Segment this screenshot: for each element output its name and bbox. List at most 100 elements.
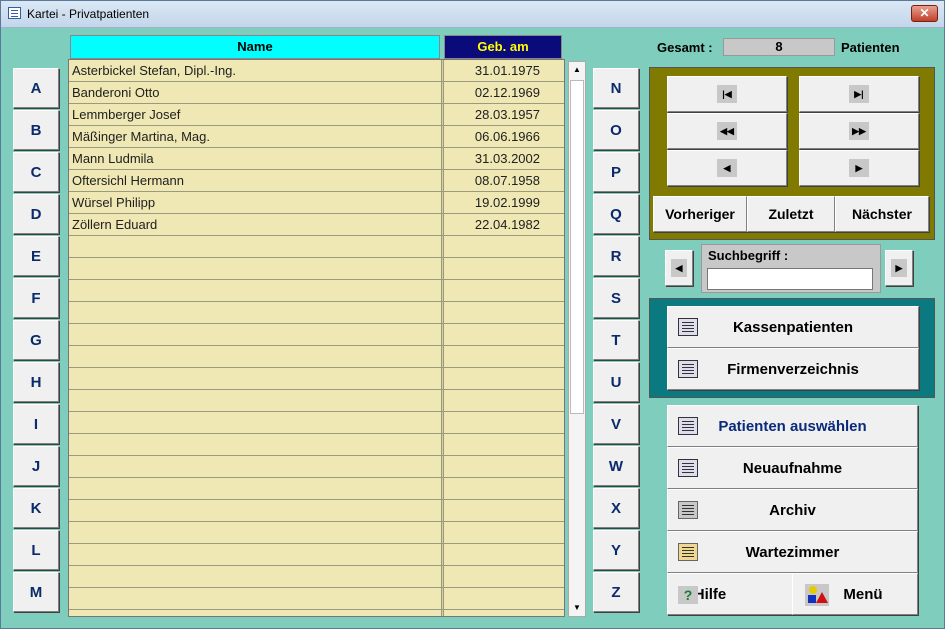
letter-button-n[interactable]: N: [593, 68, 639, 108]
letter-button-i[interactable]: I: [13, 404, 59, 444]
page-forward-button[interactable]: ▶▶: [799, 113, 919, 149]
table-row[interactable]: Würsel Philipp 19.02.1999: [69, 192, 564, 214]
page-back-button[interactable]: ◀◀: [667, 113, 787, 149]
table-row[interactable]: Mäßinger Martina, Mag. 06.06.1966: [69, 126, 564, 148]
birthdate-cell: 31.03.2002: [474, 151, 540, 166]
firmenverzeichnis-label: Firmenverzeichnis: [727, 360, 859, 378]
table-row[interactable]: [69, 302, 564, 324]
select-patients-button[interactable]: Patienten auswählen: [667, 405, 918, 447]
table-scrollbar[interactable]: ▲ ▼: [568, 61, 586, 617]
column-header-name[interactable]: Name: [70, 35, 440, 59]
letter-button-l[interactable]: L: [13, 530, 59, 570]
menu-button[interactable]: Menü: [792, 573, 918, 615]
table-row[interactable]: [69, 456, 564, 478]
archive-button[interactable]: Archiv: [667, 489, 918, 531]
table-row[interactable]: [69, 478, 564, 500]
table-row[interactable]: [69, 324, 564, 346]
letter-button-o[interactable]: O: [593, 110, 639, 150]
card-index-icon: [8, 7, 21, 19]
new-admission-button[interactable]: Neuaufnahme: [667, 447, 918, 489]
letter-button-v[interactable]: V: [593, 404, 639, 444]
table-row[interactable]: [69, 522, 564, 544]
next-button[interactable]: Nächster: [835, 196, 929, 232]
birthdate-cell: 08.07.1958: [474, 173, 540, 188]
card-file-icon: [678, 318, 698, 336]
waiting-room-label: Wartezimmer: [745, 543, 840, 561]
birthdate-cell: 19.02.1999: [474, 195, 540, 210]
patient-count: 8: [723, 38, 835, 56]
search-input[interactable]: [707, 268, 873, 290]
letter-button-j[interactable]: J: [13, 446, 59, 486]
letter-button-x[interactable]: X: [593, 488, 639, 528]
table-row[interactable]: [69, 566, 564, 588]
patient-name-cell: Mäßinger Martina, Mag.: [72, 129, 210, 144]
letter-button-r[interactable]: R: [593, 236, 639, 276]
letter-button-c[interactable]: C: [13, 152, 59, 192]
table-row[interactable]: [69, 544, 564, 566]
last-button[interactable]: Zuletzt: [747, 196, 835, 232]
next-icon: ▶: [849, 159, 869, 177]
table-row[interactable]: [69, 500, 564, 522]
firmenverzeichnis-button[interactable]: Firmenverzeichnis: [667, 348, 919, 390]
archive-icon: [678, 501, 698, 519]
scroll-up-arrow-icon[interactable]: ▲: [569, 62, 585, 78]
search-document-icon: [678, 417, 698, 435]
letter-button-s[interactable]: S: [593, 278, 639, 318]
letter-button-p[interactable]: P: [593, 152, 639, 192]
table-row[interactable]: Banderoni Otto 02.12.1969: [69, 82, 564, 104]
table-row[interactable]: Oftersichl Hermann 08.07.1958: [69, 170, 564, 192]
letter-button-g[interactable]: G: [13, 320, 59, 360]
table-row[interactable]: [69, 412, 564, 434]
table-row[interactable]: Zöllern Eduard 22.04.1982: [69, 214, 564, 236]
previous-record-arrow-button[interactable]: ◀: [667, 150, 787, 186]
search-next-button[interactable]: ▶: [885, 250, 913, 286]
scroll-down-arrow-icon[interactable]: ▼: [569, 600, 585, 616]
letter-button-a[interactable]: A: [13, 68, 59, 108]
letter-button-w[interactable]: W: [593, 446, 639, 486]
letter-button-u[interactable]: U: [593, 362, 639, 402]
first-record-button[interactable]: |◀: [667, 76, 787, 112]
kassenpatienten-button[interactable]: Kassenpatienten: [667, 306, 919, 348]
shapes-menu-icon: [805, 584, 829, 606]
letter-button-z[interactable]: Z: [593, 572, 639, 612]
table-row[interactable]: Mann Ludmila 31.03.2002: [69, 148, 564, 170]
birthdate-cell: 22.04.1982: [474, 217, 540, 232]
letter-button-m[interactable]: M: [13, 572, 59, 612]
table-row[interactable]: [69, 280, 564, 302]
table-row[interactable]: [69, 588, 564, 610]
table-row[interactable]: [69, 390, 564, 412]
letter-button-y[interactable]: Y: [593, 530, 639, 570]
close-button[interactable]: ✕: [911, 5, 938, 22]
previous-button[interactable]: Vorheriger: [653, 196, 747, 232]
last-record-icon: ▶|: [849, 85, 869, 103]
table-row[interactable]: [69, 258, 564, 280]
letter-button-h[interactable]: H: [13, 362, 59, 402]
scroll-thumb[interactable]: [570, 80, 584, 414]
help-button[interactable]: ? Hilfe: [667, 573, 793, 615]
table-row[interactable]: [69, 368, 564, 390]
last-record-button[interactable]: ▶|: [799, 76, 919, 112]
letter-button-b[interactable]: B: [13, 110, 59, 150]
previous-icon: ◀: [717, 159, 737, 177]
letter-button-t[interactable]: T: [593, 320, 639, 360]
table-row[interactable]: Asterbickel Stefan, Dipl.-Ing. 31.01.1975: [69, 60, 564, 82]
column-header-birthdate[interactable]: Geb. am: [444, 35, 562, 59]
birthdate-cell: 28.03.1957: [474, 107, 540, 122]
letter-button-d[interactable]: D: [13, 194, 59, 234]
search-label: Suchbegriff :: [708, 248, 789, 263]
letter-button-e[interactable]: E: [13, 236, 59, 276]
patients-unit-label: Patienten: [841, 40, 900, 55]
letter-button-f[interactable]: F: [13, 278, 59, 318]
letter-button-k[interactable]: K: [13, 488, 59, 528]
table-row[interactable]: Lemmberger Josef 28.03.1957: [69, 104, 564, 126]
letter-button-q[interactable]: Q: [593, 194, 639, 234]
waiting-room-button[interactable]: Wartezimmer: [667, 531, 918, 573]
kassenpatienten-label: Kassenpatienten: [732, 318, 854, 336]
patient-name-cell: Asterbickel Stefan, Dipl.-Ing.: [72, 63, 237, 78]
table-row[interactable]: [69, 236, 564, 258]
search-previous-button[interactable]: ◀: [665, 250, 693, 286]
next-record-arrow-button[interactable]: ▶: [799, 150, 919, 186]
window-title: Kartei - Privatpatienten: [27, 7, 150, 21]
table-row[interactable]: [69, 434, 564, 456]
table-row[interactable]: [69, 346, 564, 368]
